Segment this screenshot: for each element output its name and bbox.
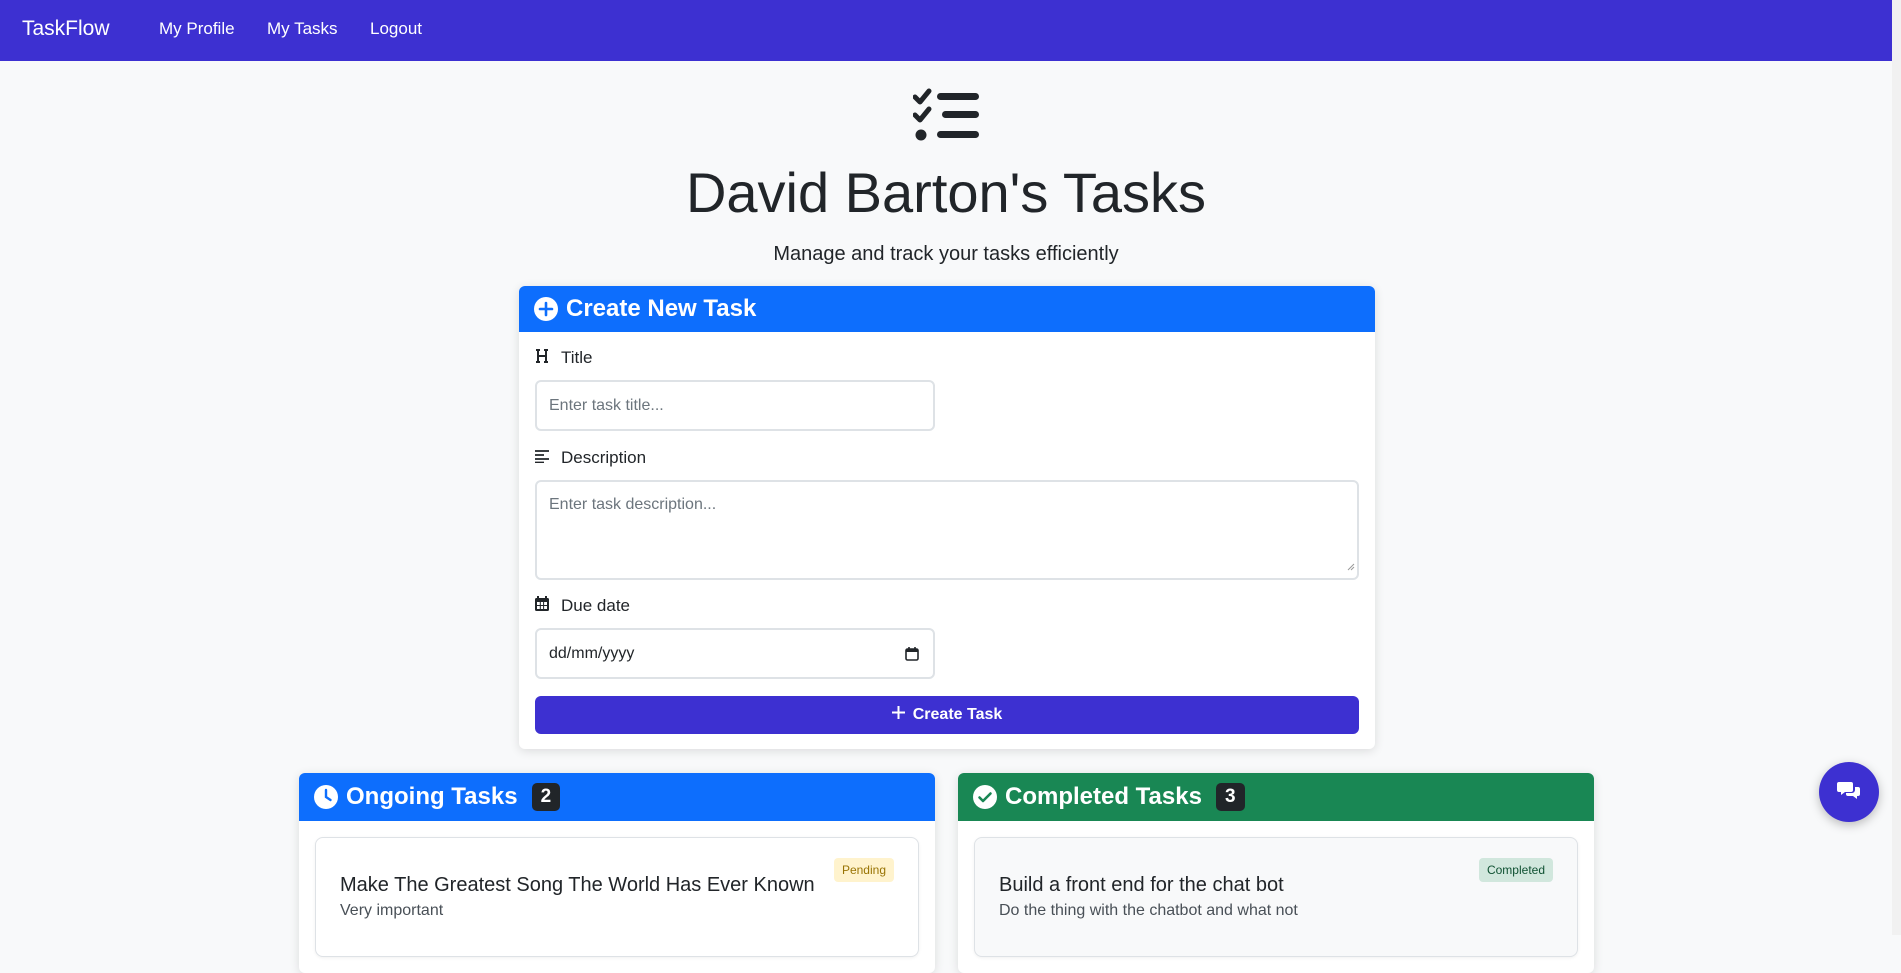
create-task-title: Create New Task: [566, 295, 757, 322]
task-title: Build a front end for the chat bot: [999, 874, 1284, 896]
ongoing-tasks-card: Ongoing Tasks 2 Make The Greatest Song T…: [299, 773, 935, 973]
navbar: TaskFlow My Profile My Tasks Logout: [0, 0, 1901, 61]
ongoing-tasks-title: Ongoing Tasks: [346, 783, 518, 810]
plus-circle-icon: [534, 297, 558, 321]
title-input[interactable]: Enter task title...: [535, 380, 935, 431]
clock-icon: [314, 785, 338, 809]
ongoing-tasks-header: Ongoing Tasks 2: [299, 773, 935, 821]
status-badge: Completed: [1478, 858, 1553, 882]
page-title: David Barton's Tasks: [685, 161, 1207, 224]
page-subtitle: Manage and track your tasks efficiently: [773, 243, 1119, 265]
task-description: Very important: [340, 902, 444, 919]
task-description: Do the thing with the chatbot and what n…: [999, 902, 1298, 919]
task-card[interactable]: Build a front end for the chat bot Do th…: [974, 837, 1578, 957]
create-task-button[interactable]: Create Task: [535, 696, 1359, 734]
align-left-icon: [535, 448, 549, 468]
description-placeholder: Enter task description...: [549, 496, 717, 513]
description-textarea[interactable]: Enter task description...: [535, 480, 1359, 580]
due-date-label-text: Due date: [561, 596, 630, 615]
date-picker-icon[interactable]: [905, 646, 919, 661]
completed-tasks-header: Completed Tasks 3: [958, 773, 1594, 821]
create-task-card: Create New Task Title Enter task title..…: [519, 286, 1375, 749]
description-label: Description: [535, 448, 646, 468]
due-date-value: dd/mm/yyyy: [549, 644, 635, 662]
check-circle-icon: [973, 785, 997, 809]
brand-logo[interactable]: TaskFlow: [22, 17, 110, 41]
page-scrollbar[interactable]: [1892, 0, 1901, 935]
nav-link-my-profile[interactable]: My Profile: [159, 19, 235, 39]
completed-tasks-title: Completed Tasks: [1005, 783, 1202, 810]
completed-count-badge: 3: [1215, 783, 1245, 811]
heading-icon: [535, 348, 549, 368]
description-label-text: Description: [561, 448, 647, 467]
ongoing-count-badge: 2: [531, 783, 561, 811]
nav-link-my-tasks[interactable]: My Tasks: [267, 19, 338, 39]
completed-tasks-card: Completed Tasks 3 Build a front end for …: [958, 773, 1594, 973]
task-title: Make The Greatest Song The World Has Eve…: [340, 874, 815, 896]
resize-handle-icon[interactable]: [1346, 558, 1355, 576]
create-task-header: Create New Task: [519, 286, 1375, 332]
chat-bubbles-icon: [1837, 780, 1861, 805]
calendar-icon: [535, 596, 549, 616]
create-task-button-label: Create Task: [912, 706, 1003, 723]
status-badge: Pending: [833, 858, 894, 882]
task-card[interactable]: Make The Greatest Song The World Has Eve…: [315, 837, 919, 957]
title-label: Title: [535, 348, 593, 368]
plus-icon: [891, 706, 905, 724]
due-date-input[interactable]: dd/mm/yyyy: [535, 628, 935, 679]
due-date-label: Due date: [535, 596, 630, 616]
title-label-text: Title: [561, 348, 593, 367]
task-list-icon: [912, 88, 979, 149]
chat-button[interactable]: [1819, 762, 1879, 822]
nav-link-logout[interactable]: Logout: [370, 19, 422, 39]
